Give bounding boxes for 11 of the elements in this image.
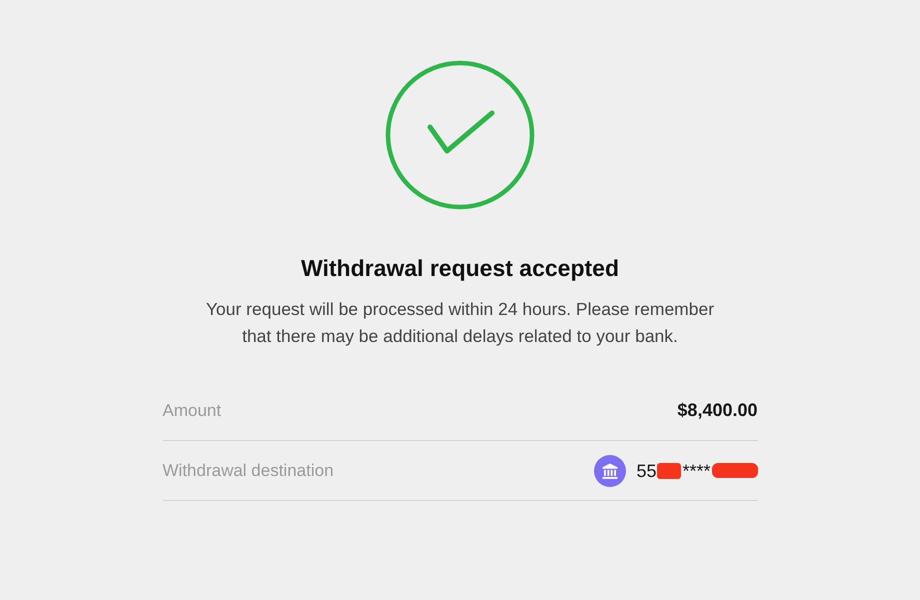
info-message: Your request will be processed within 24 hours. Please remember that there may be additional delays related to your bank. bbox=[204, 298, 716, 348]
success-title: Withdrawal request accepted bbox=[300, 254, 620, 282]
account-number: 55 bbox=[636, 462, 656, 480]
check-circle-icon bbox=[385, 60, 535, 210]
account-number: **** bbox=[682, 462, 710, 480]
amount-value: $8,400.00 bbox=[677, 399, 758, 422]
redaction-mark bbox=[657, 462, 682, 478]
detail-label: Amount bbox=[162, 400, 222, 422]
bank-icon bbox=[594, 454, 626, 486]
redaction-mark bbox=[712, 463, 758, 478]
detail-label: Withdrawal destination bbox=[162, 460, 334, 482]
